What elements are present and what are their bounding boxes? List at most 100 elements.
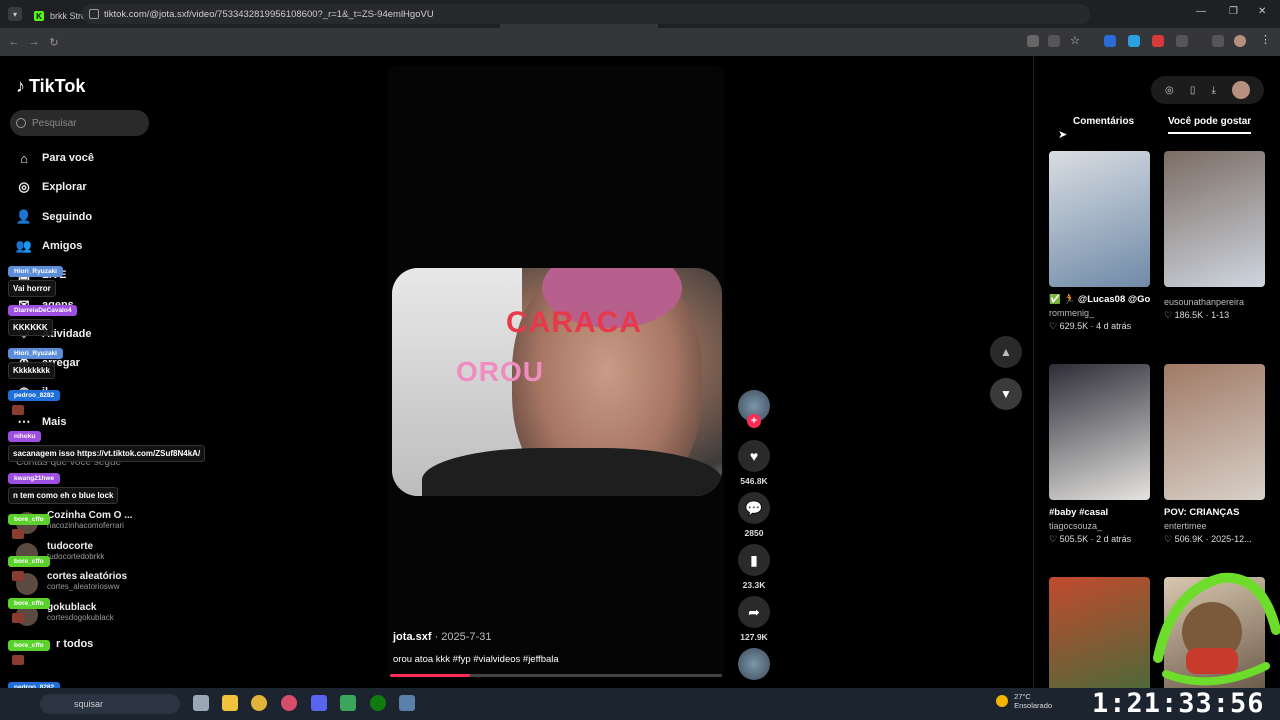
card-stats: ♡ 629.5K · 4 d atrás — [1049, 321, 1132, 331]
card-thumbnail[interactable] — [1049, 364, 1150, 500]
search-icon — [16, 118, 26, 128]
card-stats: ♡ 506.9K · 2025-12... — [1164, 534, 1252, 544]
recommended-video-card[interactable]: #baby #casal tiagocsouza_ ♡ 505.5K · 2 d a… — [1049, 364, 1150, 545]
recommended-video-card[interactable]: ✅ 🏃 @Lucas08 @Gomes22... rommenig_ ♡ 629.5… — [1049, 151, 1150, 332]
card-thumbnail[interactable] — [1164, 364, 1265, 500]
save-button[interactable]: ▮ 23.3K — [738, 544, 770, 590]
tab-you-may-like[interactable]: Você pode gostar — [1168, 116, 1252, 134]
chat-text: KKKKKK — [8, 319, 53, 336]
see-all-link[interactable]: r todos — [56, 638, 93, 650]
extension-icon[interactable] — [1128, 35, 1140, 47]
user-avatar[interactable] — [1231, 81, 1250, 99]
next-video-button[interactable]: ▼ — [990, 378, 1022, 410]
sidebar-item-1[interactable]: ◎ Explorar — [16, 179, 86, 195]
cast-icon[interactable] — [1048, 35, 1060, 47]
tiktok-note-icon: ♪ — [16, 76, 25, 96]
tab-search-icon[interactable]: ▾ — [8, 7, 22, 21]
sidebar-item-label: Amigos — [42, 239, 83, 252]
recommended-video-card[interactable]: POV: CRIANÇAS entertimee ♡ 506.9K · 2025-1… — [1164, 364, 1265, 545]
chat-username: bore_cffo — [8, 598, 50, 609]
streamer-logo-overlay — [1153, 572, 1280, 686]
card-thumbnail[interactable] — [1049, 151, 1150, 287]
compass-icon[interactable]: ◎ — [1165, 85, 1174, 96]
reload-icon[interactable]: ↻ — [44, 36, 64, 49]
chat-message: kwang21hwe n tem como eh o blue lock — [8, 467, 119, 504]
forward-icon[interactable]: → — [24, 36, 44, 48]
share-count: 127.9K — [740, 632, 768, 642]
menu-kebab-icon[interactable]: ⋮ — [1260, 33, 1272, 46]
friends-icon: 👥 — [15, 237, 33, 253]
reading-list-icon[interactable] — [1212, 35, 1224, 47]
tiktok-logo[interactable]: ♪ TikTok — [16, 76, 85, 97]
url-field[interactable]: tiktok.com/@jota.sxf/video/7533432819956… — [82, 4, 1090, 24]
extensions-puzzle-icon[interactable] — [1176, 35, 1188, 47]
bookmark-star-icon[interactable]: ☆ — [1070, 34, 1082, 47]
profile-avatar-icon[interactable] — [1234, 35, 1246, 47]
chat-username: nihoku — [8, 431, 42, 442]
card-author[interactable]: tiagocsouza_ — [1049, 521, 1150, 531]
discord-icon[interactable] — [311, 695, 327, 711]
search-input[interactable]: Pesquisar — [10, 110, 149, 136]
sidebar-item-3[interactable]: 👥 Amigos — [16, 238, 82, 254]
phone-icon[interactable]: ▯ — [1190, 85, 1196, 96]
recommended-video-card[interactable]: eusounathanpereira ♡ 186.5K · 1-13 — [1164, 151, 1265, 321]
close-window-icon[interactable]: ✕ — [1258, 6, 1266, 17]
card-author[interactable]: rommenig_ — [1049, 308, 1150, 318]
followed-account[interactable]: gokublack cortesdogokublack — [47, 602, 114, 622]
share-button[interactable]: ➦ 127.9K — [738, 596, 770, 642]
back-icon[interactable]: ← — [4, 36, 24, 48]
follow-plus-icon[interactable]: + — [747, 414, 761, 428]
followed-account[interactable]: cortes aleatórios cortes_aleatoriosww — [47, 571, 127, 591]
video-author[interactable]: jota.sxf · 2025-7-31 — [393, 631, 491, 643]
task-view-icon[interactable] — [193, 695, 209, 711]
comment-button[interactable]: 💬 2850 — [738, 492, 770, 538]
chat-message: pedroo_8282 — [8, 384, 61, 420]
chat-text: Kkkkkkkk — [8, 362, 55, 379]
file-explorer-icon[interactable] — [222, 695, 238, 711]
tab-comments[interactable]: Comentários — [1073, 116, 1134, 127]
chat-emote-icon — [12, 655, 24, 665]
minimize-icon[interactable]: — — [1196, 6, 1206, 17]
url-text: tiktok.com/@jota.sxf/video/7533432819956… — [104, 8, 434, 20]
download-icon[interactable]: ⤓ — [1211, 85, 1215, 96]
sidebar-item-label: Para você — [42, 152, 94, 164]
store-icon[interactable] — [340, 695, 356, 711]
sidebar-item-label: Seguindo — [42, 210, 93, 223]
app-icon[interactable] — [281, 695, 297, 711]
video-caption-top: CARACA — [506, 306, 642, 339]
followed-account[interactable]: tudocorte tudocortedobrkk — [47, 541, 104, 561]
heart-icon: ♥ — [738, 440, 770, 472]
followed-account[interactable]: Cozinha Com O ... nacozinhacomoferrari — [47, 510, 133, 530]
chat-text: n tem como eh o blue lock — [8, 487, 119, 504]
progress-fill — [390, 674, 470, 677]
sun-icon — [996, 695, 1008, 707]
extension-icon[interactable] — [1152, 35, 1164, 47]
comment-icon: 💬 — [738, 492, 770, 524]
extension-icon[interactable] — [1104, 35, 1116, 47]
sound-avatar[interactable] — [738, 648, 770, 680]
sidebar-item-2[interactable]: 👤 Seguindo — [16, 209, 92, 225]
maximize-icon[interactable]: ❐ — [1229, 6, 1238, 17]
site-info-icon[interactable] — [89, 9, 99, 19]
logo-body — [1186, 648, 1238, 674]
prev-video-button[interactable]: ▲ — [990, 336, 1022, 368]
card-author[interactable]: entertimee — [1164, 521, 1265, 531]
mouse-cursor-icon: ➤ — [1058, 129, 1068, 141]
chrome-icon[interactable] — [251, 695, 267, 711]
taskbar-search[interactable]: squisar — [40, 694, 180, 714]
chat-username: bore_cffo — [8, 556, 50, 567]
xbox-icon[interactable] — [370, 695, 386, 711]
creator-avatar[interactable]: + — [738, 390, 770, 428]
card-stats: ♡ 505.5K · 2 d atrás — [1049, 534, 1132, 544]
video-frame — [392, 268, 722, 496]
app-icon[interactable] — [399, 695, 415, 711]
logo-text: TikTok — [29, 76, 86, 96]
like-button[interactable]: ♥ 546.8K — [738, 440, 770, 486]
card-author[interactable]: eusounathanpereira — [1164, 297, 1265, 307]
weather-widget[interactable]: 27°C Ensolarado — [996, 692, 1052, 710]
video-progress-bar[interactable] — [390, 674, 722, 677]
card-thumbnail[interactable] — [1164, 151, 1265, 287]
video-caption-bottom: OROU — [456, 356, 544, 387]
translate-icon[interactable] — [1027, 35, 1039, 47]
sidebar-item-0[interactable]: ⌂ Para você — [16, 150, 94, 166]
